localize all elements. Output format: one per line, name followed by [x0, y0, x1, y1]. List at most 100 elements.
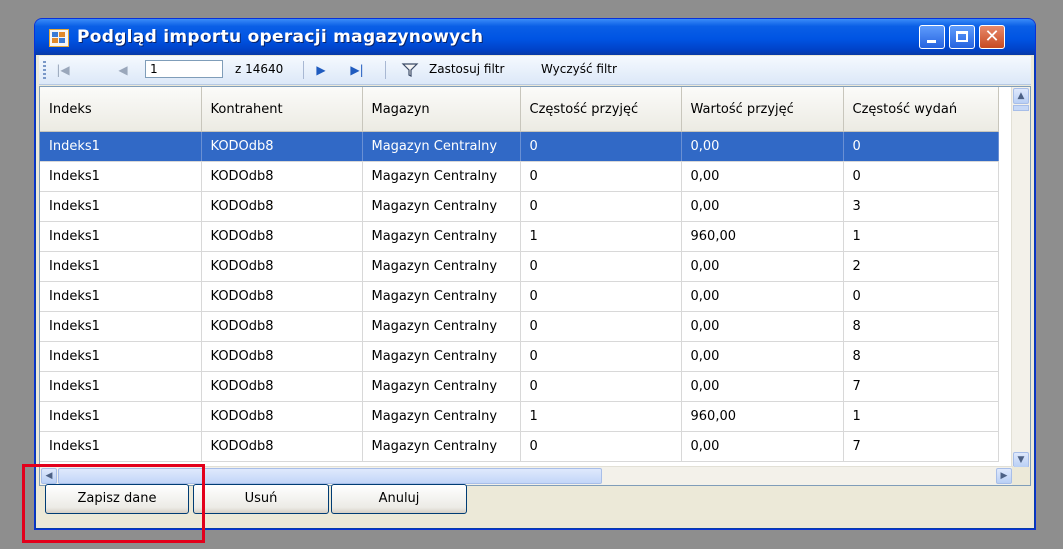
cell-magazyn[interactable]: Magazyn Centralny — [362, 131, 521, 162]
cell-indeks[interactable]: Indeks1 — [40, 371, 202, 402]
cell-kontrahent[interactable]: KODOdb8 — [201, 341, 363, 372]
cell-wartosc-przyjec[interactable]: 0,00 — [681, 191, 844, 222]
cell-indeks[interactable]: Indeks1 — [40, 311, 202, 342]
cell-magazyn[interactable]: Magazyn Centralny — [362, 341, 521, 372]
cell-czestosc-wydan[interactable]: 8 — [843, 341, 999, 372]
scroll-down-button[interactable]: ▼ — [1013, 452, 1029, 468]
cell-wartosc-przyjec[interactable]: 0,00 — [681, 371, 844, 402]
cell-wartosc-przyjec[interactable]: 0,00 — [681, 281, 844, 312]
move-first-button[interactable]: |◀ — [53, 60, 73, 80]
cell-czestosc-wydan[interactable]: 0 — [843, 161, 999, 192]
vertical-scrollbar[interactable]: ▲ ▼ — [1011, 87, 1030, 469]
close-button[interactable]: ✕ — [979, 25, 1005, 49]
cell-magazyn[interactable]: Magazyn Centralny — [362, 311, 521, 342]
cell-czestosc-przyjec[interactable]: 0 — [520, 161, 682, 192]
cell-czestosc-przyjec[interactable]: 0 — [520, 431, 682, 462]
cell-wartosc-przyjec[interactable]: 0,00 — [681, 131, 844, 162]
cell-wartosc-przyjec[interactable]: 0,00 — [681, 431, 844, 462]
move-last-button[interactable]: ▶| — [347, 60, 367, 80]
table-row[interactable]: Indeks1 KODOdb8 Magazyn Centralny 1 960,00 1 — [40, 221, 999, 252]
cell-wartosc-przyjec[interactable]: 960,00 — [681, 221, 844, 252]
cell-indeks[interactable]: Indeks1 — [40, 401, 202, 432]
cell-wartosc-przyjec[interactable]: 0,00 — [681, 251, 844, 282]
cell-czestosc-przyjec[interactable]: 0 — [520, 131, 682, 162]
cell-indeks[interactable]: Indeks1 — [40, 341, 202, 372]
cell-indeks[interactable]: Indeks1 — [40, 191, 202, 222]
cell-wartosc-przyjec[interactable]: 960,00 — [681, 401, 844, 432]
cell-magazyn[interactable]: Magazyn Centralny — [362, 401, 521, 432]
cell-magazyn[interactable]: Magazyn Centralny — [362, 221, 521, 252]
cell-czestosc-przyjec[interactable]: 0 — [520, 191, 682, 222]
cell-indeks[interactable]: Indeks1 — [40, 131, 202, 162]
table-row[interactable]: Indeks1 KODOdb8 Magazyn Centralny 1 960,00 1 — [40, 401, 999, 432]
cell-magazyn[interactable]: Magazyn Centralny — [362, 281, 521, 312]
data-grid[interactable]: Indeks Kontrahent Magazyn Częstość przyj… — [39, 86, 1031, 486]
cell-czestosc-wydan[interactable]: 7 — [843, 371, 999, 402]
toolbar-grip-icon[interactable] — [43, 61, 46, 79]
cell-kontrahent[interactable]: KODOdb8 — [201, 431, 363, 462]
table-row[interactable]: Indeks1 KODOdb8 Magazyn Centralny 0 0,00 0 — [40, 161, 999, 192]
move-next-button[interactable]: ▶ — [311, 60, 331, 80]
cell-wartosc-przyjec[interactable]: 0,00 — [681, 161, 844, 192]
table-row[interactable]: Indeks1 KODOdb8 Magazyn Centralny 0 0,00 7 — [40, 431, 999, 462]
cell-wartosc-przyjec[interactable]: 0,00 — [681, 311, 844, 342]
cell-czestosc-przyjec[interactable]: 0 — [520, 371, 682, 402]
table-row[interactable]: Indeks1 KODOdb8 Magazyn Centralny 0 0,00 3 — [40, 191, 999, 222]
minimize-button[interactable] — [919, 25, 945, 49]
table-row[interactable]: Indeks1 KODOdb8 Magazyn Centralny 0 0,00 0 — [40, 131, 999, 162]
position-input[interactable] — [145, 60, 223, 78]
cell-czestosc-wydan[interactable]: 8 — [843, 311, 999, 342]
delete-button[interactable]: Usuń — [193, 484, 329, 514]
cell-czestosc-wydan[interactable]: 7 — [843, 431, 999, 462]
cell-czestosc-wydan[interactable]: 0 — [843, 131, 999, 162]
cell-kontrahent[interactable]: KODOdb8 — [201, 401, 363, 432]
clear-filter-button[interactable]: Wyczyść filtr — [541, 62, 617, 76]
table-row[interactable]: Indeks1 KODOdb8 Magazyn Centralny 0 0,00 8 — [40, 311, 999, 342]
cancel-button[interactable]: Anuluj — [331, 484, 467, 514]
column-header-wartosc-przyjec[interactable]: Wartość przyjęć — [681, 87, 844, 132]
scroll-right-button[interactable]: ▶ — [996, 468, 1012, 484]
column-header-kontrahent[interactable]: Kontrahent — [201, 87, 363, 132]
cell-magazyn[interactable]: Magazyn Centralny — [362, 191, 521, 222]
cell-magazyn[interactable]: Magazyn Centralny — [362, 371, 521, 402]
cell-kontrahent[interactable]: KODOdb8 — [201, 251, 363, 282]
cell-kontrahent[interactable]: KODOdb8 — [201, 311, 363, 342]
cell-czestosc-wydan[interactable]: 1 — [843, 401, 999, 432]
cell-czestosc-przyjec[interactable]: 0 — [520, 311, 682, 342]
cell-indeks[interactable]: Indeks1 — [40, 161, 202, 192]
column-header-czestosc-wydan[interactable]: Częstość wydań — [843, 87, 999, 132]
cell-kontrahent[interactable]: KODOdb8 — [201, 131, 363, 162]
maximize-button[interactable] — [949, 25, 975, 49]
scroll-up-button[interactable]: ▲ — [1013, 88, 1029, 104]
filter-icon[interactable] — [401, 61, 419, 79]
cell-indeks[interactable]: Indeks1 — [40, 281, 202, 312]
cell-czestosc-wydan[interactable]: 1 — [843, 221, 999, 252]
cell-czestosc-przyjec[interactable]: 0 — [520, 341, 682, 372]
column-header-magazyn[interactable]: Magazyn — [362, 87, 521, 132]
cell-czestosc-przyjec[interactable]: 0 — [520, 281, 682, 312]
cell-czestosc-przyjec[interactable]: 1 — [520, 401, 682, 432]
move-previous-button[interactable]: ◀ — [113, 60, 133, 80]
cell-czestosc-wydan[interactable]: 2 — [843, 251, 999, 282]
cell-indeks[interactable]: Indeks1 — [40, 431, 202, 462]
cell-kontrahent[interactable]: KODOdb8 — [201, 371, 363, 402]
cell-magazyn[interactable]: Magazyn Centralny — [362, 251, 521, 282]
cell-kontrahent[interactable]: KODOdb8 — [201, 191, 363, 222]
table-row[interactable]: Indeks1 KODOdb8 Magazyn Centralny 0 0,00 7 — [40, 371, 999, 402]
cell-indeks[interactable]: Indeks1 — [40, 221, 202, 252]
cell-kontrahent[interactable]: KODOdb8 — [201, 221, 363, 252]
cell-czestosc-przyjec[interactable]: 0 — [520, 251, 682, 282]
cell-magazyn[interactable]: Magazyn Centralny — [362, 161, 521, 192]
vertical-scroll-thumb[interactable] — [1013, 105, 1029, 111]
cell-magazyn[interactable]: Magazyn Centralny — [362, 431, 521, 462]
cell-indeks[interactable]: Indeks1 — [40, 251, 202, 282]
cell-czestosc-wydan[interactable]: 3 — [843, 191, 999, 222]
cell-kontrahent[interactable]: KODOdb8 — [201, 281, 363, 312]
cell-kontrahent[interactable]: KODOdb8 — [201, 161, 363, 192]
table-row[interactable]: Indeks1 KODOdb8 Magazyn Centralny 0 0,00 0 — [40, 281, 999, 312]
apply-filter-button[interactable]: Zastosuj filtr — [429, 62, 504, 76]
table-row[interactable]: Indeks1 KODOdb8 Magazyn Centralny 0 0,00 2 — [40, 251, 999, 282]
column-header-indeks[interactable]: Indeks — [40, 87, 202, 132]
cell-czestosc-przyjec[interactable]: 1 — [520, 221, 682, 252]
title-bar[interactable]: Podgląd importu operacji magazynowych ✕ — [35, 19, 1035, 55]
